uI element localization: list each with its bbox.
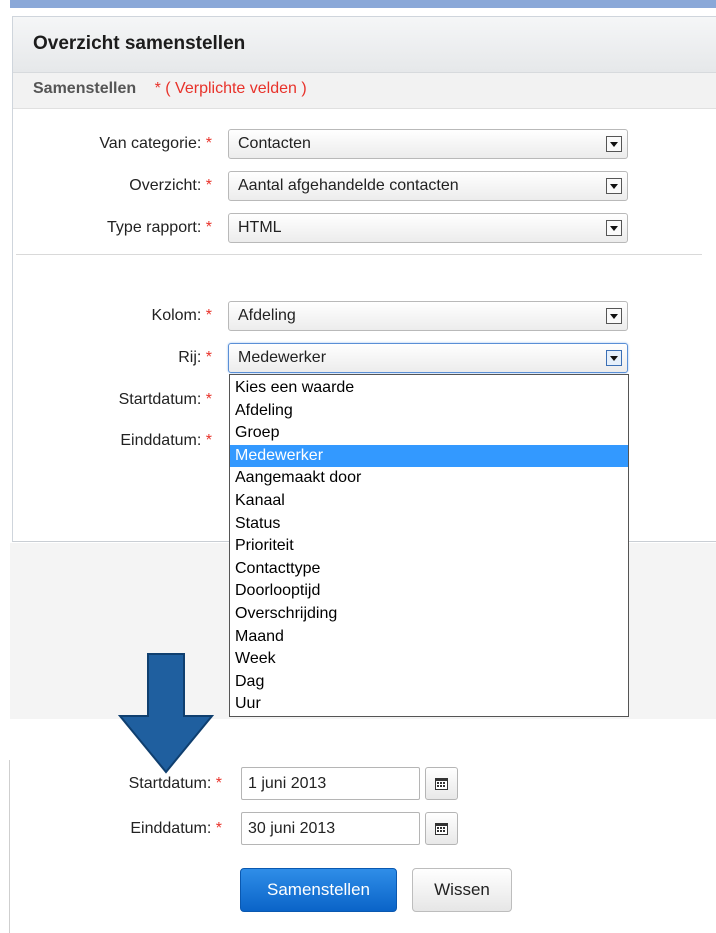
calendar-button-end[interactable] — [425, 812, 458, 845]
top-accent-bar — [10, 0, 716, 8]
dropdown-option[interactable]: Week — [230, 648, 628, 671]
panel-subheader: Samenstellen * ( Verplichte velden ) — [13, 73, 716, 109]
einddatum-label: Einddatum: * — [120, 432, 212, 449]
rij-label: Rij: * — [178, 349, 212, 366]
subheader-label: Samenstellen — [33, 80, 137, 97]
einddatum-field-label: Einddatum: * — [130, 820, 222, 837]
calendar-icon — [435, 823, 448, 835]
calendar-icon — [435, 778, 448, 790]
dropdown-arrow-icon[interactable] — [606, 308, 622, 324]
startdatum-input[interactable]: 1 juni 2013 — [241, 767, 420, 800]
wissen-button[interactable]: Wissen — [412, 868, 512, 912]
samenstellen-button[interactable]: Samenstellen — [240, 868, 397, 912]
dropdown-arrow-icon[interactable] — [606, 136, 622, 152]
dropdown-option[interactable]: Aangemaakt door — [230, 467, 628, 490]
panel-header: Overzicht samenstellen — [13, 17, 716, 73]
categorie-label: Van categorie: * — [99, 135, 212, 152]
categorie-select[interactable]: Contacten — [228, 129, 628, 159]
left-border-line — [9, 760, 10, 933]
einddatum-input[interactable]: 30 juni 2013 — [241, 812, 420, 845]
rij-dropdown-list: Kies een waarde Afdeling Groep Medewerker Aa… — [229, 374, 629, 717]
down-arrow-icon — [117, 652, 215, 774]
dropdown-option[interactable]: Medewerker — [230, 444, 628, 468]
dropdown-option[interactable]: Prioriteit — [230, 535, 628, 558]
overzicht-label: Overzicht: * — [129, 177, 212, 194]
dropdown-option[interactable]: Status — [230, 513, 628, 536]
dropdown-option[interactable]: Kanaal — [230, 490, 628, 513]
type-rapport-select[interactable]: HTML — [228, 213, 628, 243]
startdatum-field-label: Startdatum: * — [128, 775, 222, 792]
dropdown-option[interactable]: Kies een waarde — [230, 377, 628, 400]
dropdown-arrow-icon[interactable] — [606, 350, 622, 366]
startdatum-label: Startdatum: * — [118, 391, 212, 408]
dropdown-arrow-icon[interactable] — [606, 220, 622, 236]
panel-title: Overzicht samenstellen — [33, 33, 246, 54]
dropdown-option[interactable]: Dag — [230, 671, 628, 694]
dropdown-option[interactable]: Groep — [230, 422, 628, 445]
kolom-select[interactable]: Afdeling — [228, 301, 628, 331]
calendar-button-start[interactable] — [425, 767, 458, 800]
dropdown-arrow-icon[interactable] — [606, 178, 622, 194]
dropdown-option[interactable]: Uur — [230, 693, 628, 716]
kolom-label: Kolom: * — [151, 307, 212, 324]
dropdown-option[interactable]: Contacttype — [230, 558, 628, 581]
type-rapport-label: Type rapport: * — [107, 219, 212, 236]
required-fields-note: * ( Verplichte velden ) — [154, 80, 307, 97]
overzicht-select[interactable]: Aantal afgehandelde contacten — [228, 171, 628, 201]
dropdown-option[interactable]: Overschrijding — [230, 603, 628, 626]
dropdown-option[interactable]: Afdeling — [230, 400, 628, 423]
dropdown-option[interactable]: Doorlooptijd — [230, 580, 628, 603]
dropdown-option[interactable]: Maand — [230, 626, 628, 649]
section-divider — [16, 254, 702, 255]
rij-select[interactable]: Medewerker — [228, 343, 628, 373]
